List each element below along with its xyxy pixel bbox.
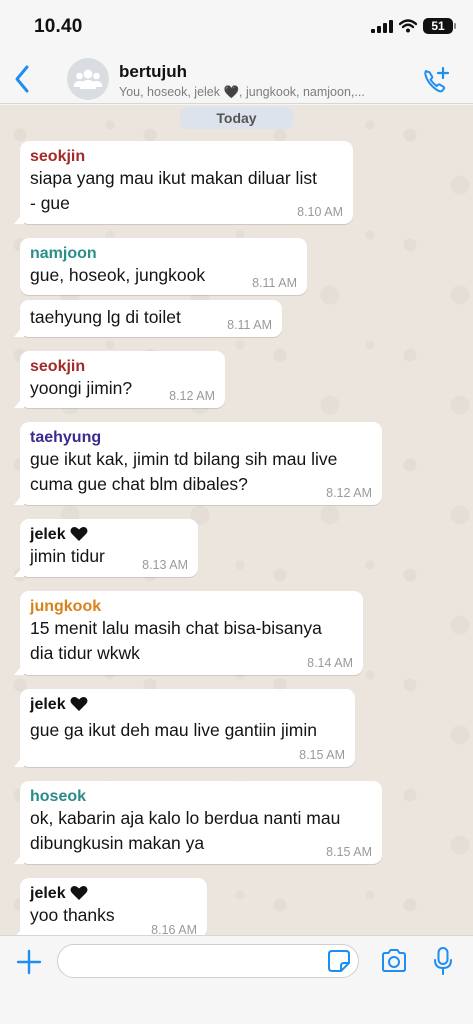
message-time: 8.12 AM: [326, 486, 372, 500]
call-add-icon[interactable]: [421, 66, 451, 96]
camera-icon[interactable]: [380, 948, 408, 974]
sender-name[interactable]: jelek: [30, 696, 345, 714]
plus-icon[interactable]: [16, 949, 42, 975]
mic-icon[interactable]: [432, 946, 454, 976]
sticker-icon[interactable]: [327, 949, 351, 973]
message-bubble[interactable]: jelek gue ga ikut deh mau live gantiin j…: [14, 689, 355, 767]
chat-header: bertujuh You, hoseok, jelek 🖤, jungkook,…: [0, 52, 473, 104]
message-time: 8.12 AM: [169, 389, 215, 403]
sender-name[interactable]: hoseok: [30, 788, 372, 806]
group-avatar-icon: [73, 69, 103, 89]
message-text: gue ikut kak, jimin td bilang sih mau li…: [30, 449, 338, 494]
message-time: 8.16 AM: [151, 923, 197, 935]
status-icons: 51: [371, 18, 456, 34]
battery-level: 51: [431, 19, 445, 33]
black-heart-icon: [70, 526, 88, 541]
group-name[interactable]: bertujuh: [119, 62, 187, 82]
message-text: 15 menit lalu masih chat bisa-bisanya di…: [30, 618, 322, 663]
message-bubble[interactable]: seokjin siapa yang mau ikut makan diluar…: [14, 141, 353, 224]
message-time: 8.15 AM: [326, 845, 372, 859]
message-bubble[interactable]: hoseok ok, kabarin aja kalo lo berdua na…: [14, 781, 382, 864]
back-chevron-icon[interactable]: [10, 62, 36, 96]
sender-name[interactable]: jelek: [30, 526, 188, 544]
sender-name[interactable]: jelek: [30, 885, 197, 903]
message-time: 8.11 AM: [227, 318, 272, 332]
message-bubble[interactable]: jelek jimin tidur 8.13 AM: [14, 519, 198, 577]
message-input[interactable]: [57, 944, 359, 978]
message-bubble[interactable]: seokjin yoongi jimin? 8.12 AM: [14, 351, 225, 408]
message-time: 8.13 AM: [142, 558, 188, 572]
black-heart-icon: [70, 696, 88, 711]
group-avatar[interactable]: [67, 58, 109, 100]
message-time: 8.15 AM: [299, 748, 345, 762]
message-bubble[interactable]: taehyung lg di toilet 8.11 AM: [14, 300, 282, 337]
sender-label: jelek: [30, 696, 66, 713]
message-text: ok, kabarin aja kalo lo berdua nanti mau…: [30, 808, 341, 853]
input-bar: [0, 935, 473, 1024]
sender-name[interactable]: seokjin: [30, 148, 343, 166]
message-bubble[interactable]: jelek yoo thanks 8.16 AM: [14, 878, 207, 935]
status-time: 10.40: [34, 16, 83, 37]
message-text: gue ga ikut deh mau live gantiin jimin: [30, 720, 317, 740]
signal-icon: [371, 19, 393, 33]
message-text: siapa yang mau ikut makan diluar list - …: [30, 168, 317, 213]
wifi-icon: [399, 19, 417, 33]
message-time: 8.11 AM: [252, 276, 297, 290]
battery-icon: 51: [423, 18, 456, 34]
message-bubble[interactable]: namjoon gue, hoseok, jungkook 8.11 AM: [20, 238, 307, 295]
sender-label: jelek: [30, 526, 66, 543]
status-bar: 10.40 51: [0, 0, 473, 52]
message-bubble[interactable]: taehyung gue ikut kak, jimin td bilang s…: [14, 422, 382, 505]
sender-name[interactable]: namjoon: [30, 245, 297, 263]
message-time: 8.14 AM: [307, 656, 353, 670]
message-bubble[interactable]: jungkook 15 menit lalu masih chat bisa-b…: [14, 591, 363, 675]
sender-label: jelek: [30, 885, 66, 902]
black-heart-icon: [70, 885, 88, 900]
sender-name[interactable]: seokjin: [30, 358, 215, 376]
group-members[interactable]: You, hoseok, jelek 🖤, jungkook, namjoon,…: [119, 85, 409, 100]
message-time: 8.10 AM: [297, 205, 343, 219]
chat-area[interactable]: Today seokjin siapa yang mau ikut makan …: [0, 105, 473, 935]
sender-name[interactable]: jungkook: [30, 598, 353, 616]
date-chip: Today: [180, 107, 293, 129]
sender-name[interactable]: taehyung: [30, 429, 372, 447]
